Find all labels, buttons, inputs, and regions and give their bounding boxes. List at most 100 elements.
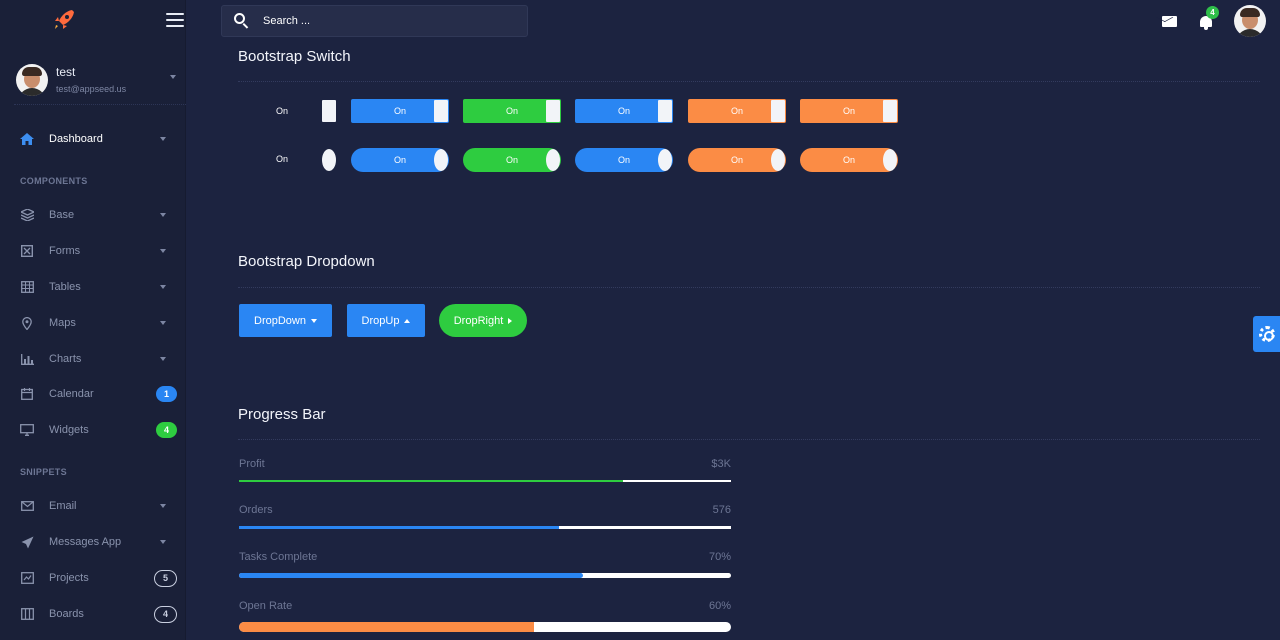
chevron-down-icon <box>160 540 166 544</box>
sidebar-item-charts[interactable]: Charts <box>20 348 180 370</box>
sidebar-item-tables[interactable]: Tables <box>20 276 180 298</box>
sidebar-item-maps[interactable]: Maps <box>20 312 180 334</box>
sidebar-item-boards[interactable]: Boards 4 <box>20 603 180 625</box>
progress-track <box>239 526 731 529</box>
section-label-components: COMPONENTS <box>20 176 88 186</box>
progress-tasks-complete: Tasks Complete 70% <box>239 551 731 578</box>
progress-track <box>239 573 731 578</box>
monitor-icon <box>20 423 34 437</box>
caret-down-icon <box>310 318 317 323</box>
search-bar[interactable] <box>221 5 528 37</box>
switch-toggle[interactable]: On <box>351 99 449 123</box>
section-divider <box>238 81 1260 82</box>
sidebar-item-forms[interactable]: Forms <box>20 240 180 262</box>
chevron-down-icon <box>160 249 166 253</box>
section-title-switch: Bootstrap Switch <box>238 48 351 65</box>
home-icon <box>20 132 34 146</box>
sidebar-item-label: Tables <box>49 281 81 293</box>
progress-fill <box>239 526 559 529</box>
sidebar-item-dashboard[interactable]: Dashboard <box>20 128 180 150</box>
switch-label: On <box>730 155 743 165</box>
switch-toggle[interactable]: On <box>800 148 898 172</box>
switch-toggle[interactable]: On <box>351 148 449 172</box>
switch-label: On <box>730 106 743 116</box>
section-divider <box>238 439 1260 440</box>
progress-value: 576 <box>712 504 731 516</box>
sidebar-item-label: Maps <box>49 317 76 329</box>
notifications-button[interactable]: 4 <box>1198 6 1219 30</box>
dropdown-button[interactable]: DropDown <box>239 304 332 337</box>
caret-up-icon <box>404 318 411 323</box>
search-input[interactable] <box>263 15 503 27</box>
sidebar-item-email[interactable]: Email <box>20 495 180 517</box>
menu-toggle-icon[interactable] <box>166 13 184 27</box>
projects-icon <box>20 571 34 585</box>
progress-track <box>239 622 731 632</box>
notification-count-badge: 4 <box>1206 6 1219 19</box>
boards-count-badge: 4 <box>154 606 177 623</box>
switch-toggle[interactable]: On <box>463 99 561 123</box>
settings-button[interactable] <box>1253 316 1280 352</box>
sidebar-item-label: Messages App <box>49 536 122 548</box>
rocket-logo-icon[interactable] <box>52 8 76 32</box>
chevron-down-icon[interactable] <box>170 75 176 79</box>
switch-label: On <box>505 106 518 116</box>
avatar <box>16 64 48 96</box>
sidebar-item-widgets[interactable]: Widgets 4 <box>20 419 180 441</box>
sidebar-profile[interactable]: test test@appseed.us <box>16 58 186 102</box>
dropdown-label: DropDown <box>254 314 306 327</box>
progress-fill <box>239 573 584 578</box>
sidebar-item-label: Email <box>49 500 77 512</box>
progress-open-rate: Open Rate 60% <box>239 600 731 632</box>
dropup-button[interactable]: DropUp <box>347 304 425 337</box>
sidebar-brand <box>0 0 185 40</box>
form-icon <box>20 244 34 258</box>
avatar[interactable] <box>1234 5 1266 37</box>
projects-count-badge: 5 <box>154 570 177 587</box>
dropright-label: DropRight <box>453 314 504 327</box>
switch-toggle[interactable] <box>322 100 336 122</box>
switch-label: On <box>505 155 518 165</box>
gear-icon <box>1258 326 1275 342</box>
search-icon <box>234 13 250 29</box>
sidebar-item-label: Boards <box>49 608 84 620</box>
section-divider <box>238 287 1260 288</box>
bar-chart-icon <box>20 352 34 366</box>
topbar-actions: 4 <box>1162 5 1266 37</box>
progress-label: Orders <box>239 504 273 516</box>
section-label-snippets: SNIPPETS <box>20 467 67 477</box>
chevron-down-icon <box>160 321 166 325</box>
caret-right-icon <box>508 317 513 324</box>
sidebar-item-base[interactable]: Base <box>20 204 180 226</box>
switch-toggle[interactable]: On <box>800 99 898 123</box>
switch-toggle[interactable]: On <box>688 99 786 123</box>
chevron-down-icon <box>160 137 166 141</box>
progress-fill <box>239 480 623 482</box>
switch-toggle[interactable]: On <box>575 99 673 123</box>
profile-email: test@appseed.us <box>56 83 127 94</box>
progress-value: 60% <box>708 600 731 612</box>
widgets-count-badge: 4 <box>156 422 177 438</box>
boards-icon <box>20 607 34 621</box>
layers-icon <box>20 208 34 222</box>
chevron-down-icon <box>160 213 166 217</box>
progress-value: 70% <box>708 551 731 563</box>
sidebar-item-label: Base <box>49 209 75 221</box>
rocket-icon <box>20 535 34 549</box>
switch-toggle[interactable] <box>322 149 336 171</box>
switch-label: On <box>393 155 406 165</box>
dropright-button[interactable]: DropRight <box>439 304 527 337</box>
progress-track <box>239 480 731 482</box>
sidebar-item-projects[interactable]: Projects 5 <box>20 567 180 589</box>
map-pin-icon <box>20 316 34 330</box>
switch-toggle[interactable]: On <box>575 148 673 172</box>
sidebar-item-messages-app[interactable]: Messages App <box>20 531 180 553</box>
mail-icon[interactable] <box>1162 15 1177 27</box>
switch-toggle[interactable]: On <box>688 148 786 172</box>
sidebar-item-label: Projects <box>49 572 89 584</box>
sidebar-item-label: Widgets <box>49 424 89 436</box>
chevron-down-icon <box>160 285 166 289</box>
sidebar-item-calendar[interactable]: Calendar 1 <box>20 383 180 405</box>
switch-toggle[interactable]: On <box>463 148 561 172</box>
switch-row-label: On <box>276 106 289 116</box>
